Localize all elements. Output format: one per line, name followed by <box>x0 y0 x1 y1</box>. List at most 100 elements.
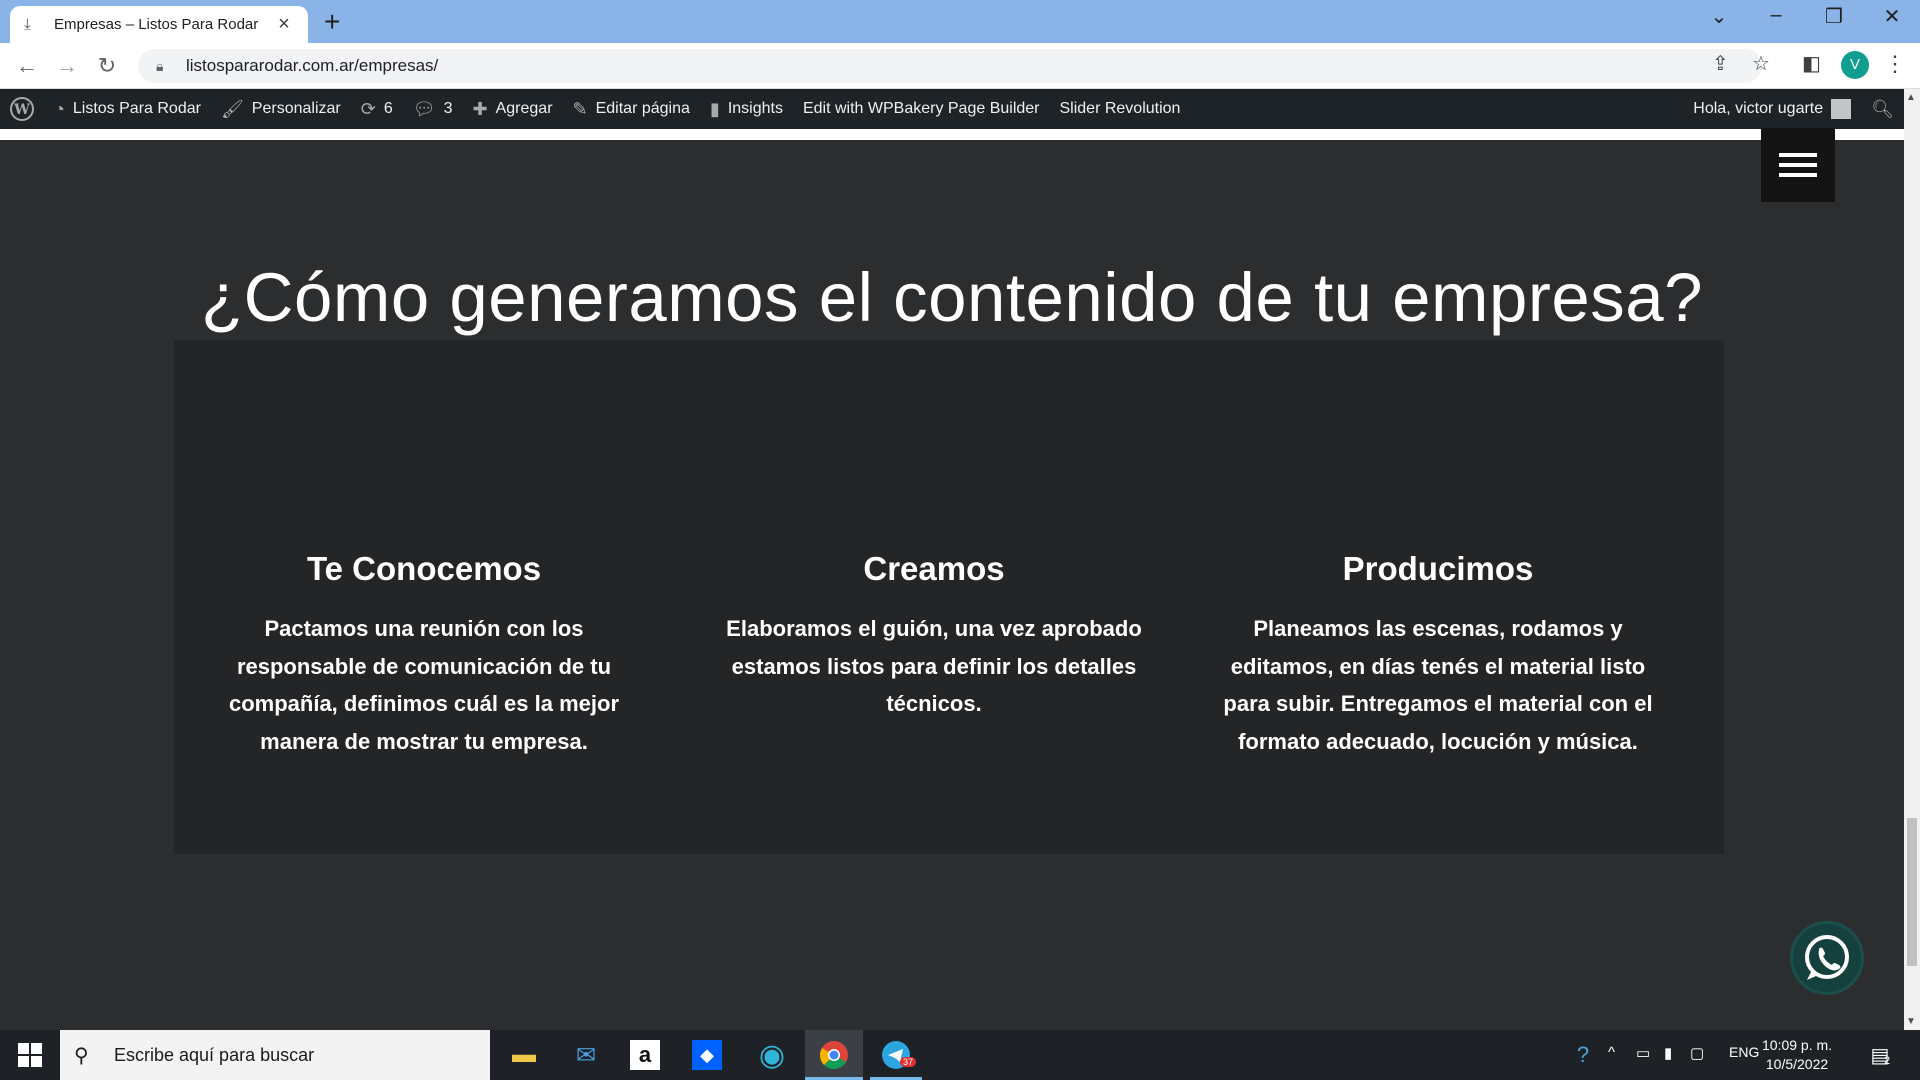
forward-button[interactable]: → <box>52 51 82 81</box>
updates-icon: ⟳ <box>360 98 376 119</box>
wp-add-new[interactable]: ✚ Agregar <box>463 89 563 129</box>
minimize-button[interactable]: – <box>1756 4 1796 27</box>
section-headline: ¿Cómo generamos el contenido de tu empre… <box>200 259 1703 336</box>
step-text: Elaboramos el guión, una vez aprobado es… <box>726 616 1142 716</box>
scroll-up-arrow-icon[interactable]: ▲ <box>1906 92 1916 103</box>
windows-logo-icon <box>18 1043 42 1067</box>
search-icon: ⚲ <box>74 1044 89 1067</box>
profile-avatar[interactable]: V <box>1841 51 1869 79</box>
tab-title: Empresas – Listos Para Rodar <box>54 16 259 33</box>
edge-browser-icon[interactable]: ◉ <box>754 1037 790 1073</box>
scrollbar-thumb[interactable] <box>1907 818 1917 966</box>
step-text: Pactamos una reunión con los responsable… <box>228 616 620 754</box>
reload-button[interactable]: ↻ <box>92 51 122 81</box>
new-tab-button[interactable]: + <box>324 6 340 38</box>
comment-bubble-icon: 💬︎ <box>412 98 436 119</box>
hamburger-bar <box>1779 153 1817 157</box>
wp-insights-label: Insights <box>727 100 783 117</box>
address-bar[interactable]: 🔒︎ listospararodar.com.ar/empresas/ <box>138 49 1762 83</box>
telegram-icon[interactable]: 37 <box>878 1037 917 1073</box>
tab-search-chevron-icon[interactable]: ⌄ <box>1699 4 1739 29</box>
language-indicator[interactable]: ENG <box>1729 1044 1759 1060</box>
step-column: Producimos Planeamos las escenas, rodamo… <box>1218 550 1658 760</box>
paintbrush-icon: 🖌︎ <box>220 98 244 119</box>
clock-date: 10/5/2022 <box>1765 1056 1829 1072</box>
notifications-icon[interactable]: ▤ 2 <box>1862 1037 1898 1073</box>
browser-tab[interactable]: ⤓ Empresas – Listos Para Rodar × <box>10 6 308 43</box>
wp-search[interactable]: 🔍︎ <box>1861 89 1904 129</box>
step-text: Planeamos las escenas, rodamos y editamo… <box>1223 616 1653 754</box>
chrome-menu-icon[interactable]: ⋮ <box>1884 51 1906 77</box>
chrome-browser-icon[interactable] <box>816 1037 852 1073</box>
bookmark-star-icon[interactable]: ☆ <box>1752 51 1770 76</box>
network-icon[interactable]: ▢ <box>1690 1044 1704 1062</box>
back-button[interactable]: ← <box>12 51 42 81</box>
taskbar-search-placeholder: Escribe aquí para buscar <box>114 1044 315 1065</box>
search-icon: 🔍︎ <box>1871 98 1894 119</box>
wp-edit-page-label: Editar página <box>595 100 690 117</box>
user-avatar-icon <box>1831 99 1852 119</box>
wp-greeting: Hola, victor ugarte <box>1693 100 1824 117</box>
hamburger-bar <box>1779 163 1817 167</box>
taskbar-search-box[interactable]: ⚲ Escribe aquí para buscar <box>60 1030 490 1080</box>
step-column: Creamos Elaboramos el guión, una vez apr… <box>714 550 1154 723</box>
close-window-button[interactable]: ✕ <box>1872 4 1912 29</box>
dropbox-icon[interactable]: ◆ <box>692 1040 722 1070</box>
wp-add-new-label: Agregar <box>495 100 553 117</box>
wp-slider-revolution-label: Slider Revolution <box>1059 100 1181 117</box>
wp-insights[interactable]: ▮ Insights <box>700 89 793 129</box>
step-column: Te Conocemos Pactamos una reunión con lo… <box>204 550 644 760</box>
hamburger-bar <box>1779 173 1817 177</box>
restore-button[interactable]: ❐ <box>1814 4 1854 29</box>
system-clock[interactable]: 10:09 p. m. 10/5/2022 <box>1762 1036 1832 1074</box>
wp-comments[interactable]: 💬︎ 3 <box>403 89 463 129</box>
start-button[interactable] <box>10 1040 50 1070</box>
side-panel-icon[interactable]: ◧ <box>1802 51 1821 76</box>
battery-icon[interactable]: ▮ <box>1664 1044 1672 1062</box>
mail-icon[interactable]: ✉ <box>568 1037 604 1073</box>
clock-time: 10:09 p. m. <box>1762 1037 1833 1053</box>
file-explorer-icon[interactable]: ▬ <box>506 1037 542 1073</box>
wp-edit-page[interactable]: ✎ Editar página <box>563 89 700 129</box>
step-title: Producimos <box>1342 550 1534 587</box>
display-icon[interactable]: ▭ <box>1636 1044 1650 1062</box>
amazon-icon[interactable]: a <box>630 1040 660 1070</box>
wp-wpbakery-label: Edit with WPBakery Page Builder <box>802 100 1040 117</box>
wp-site-name-label: Listos Para Rodar <box>72 100 201 117</box>
tray-chevron-up-icon[interactable]: ^ <box>1608 1044 1615 1061</box>
wp-site-name[interactable]: ◔ Listos Para Rodar <box>44 89 211 129</box>
close-tab-icon[interactable]: × <box>274 13 294 36</box>
download-favicon-icon: ⤓ <box>24 15 31 33</box>
step-title: Te Conocemos <box>306 550 542 587</box>
scroll-down-arrow-icon[interactable]: ▼ <box>1906 1016 1916 1027</box>
wp-customize-label: Personalizar <box>251 100 341 117</box>
bar-chart-icon: ▮ <box>709 98 720 119</box>
chrome-logo-icon <box>820 1041 848 1070</box>
step-title: Creamos <box>863 550 1005 587</box>
wp-logo-menu[interactable]: W <box>0 89 44 129</box>
wordpress-icon: W <box>10 97 34 121</box>
share-icon[interactable]: ⇪ <box>1712 51 1729 76</box>
url-text[interactable]: listospararodar.com.ar/empresas/ <box>186 56 438 76</box>
whatsapp-chat-button[interactable] <box>1790 921 1864 995</box>
plus-icon: ✚ <box>472 98 488 119</box>
windows-taskbar: ⚲ Escribe aquí para buscar ▬ ✉ a ◆ ◉ 37 … <box>0 1030 1920 1080</box>
wp-slider-revolution[interactable]: Slider Revolution <box>1050 89 1191 129</box>
hamburger-menu-button[interactable] <box>1761 128 1835 202</box>
wp-updates[interactable]: ⟳ 6 <box>351 89 403 129</box>
wp-wpbakery[interactable]: Edit with WPBakery Page Builder <box>793 89 1050 129</box>
steps-panel: Te Conocemos Pactamos una reunión con lo… <box>174 340 1724 854</box>
svg-text:W: W <box>13 102 30 118</box>
telegram-badge: 37 <box>900 1057 917 1067</box>
header-strip <box>0 129 1904 140</box>
wp-customize[interactable]: 🖌︎ Personalizar <box>211 89 351 129</box>
wp-updates-count: 6 <box>383 100 393 117</box>
wp-admin-bar: W ◔ Listos Para Rodar 🖌︎ Personalizar ⟳ … <box>0 89 1904 129</box>
help-icon[interactable]: ? <box>1565 1037 1601 1073</box>
browser-tab-strip: ⤓ Empresas – Listos Para Rodar × + ⌄ – ❐… <box>0 0 1920 43</box>
wp-account-menu[interactable]: Hola, victor ugarte <box>1683 89 1861 129</box>
lock-icon[interactable]: 🔒︎ <box>156 58 172 75</box>
notifications-count: 2 <box>1884 1055 1891 1067</box>
wp-comments-count: 3 <box>443 100 453 117</box>
dashboard-gauge-icon: ◔ <box>54 98 65 119</box>
